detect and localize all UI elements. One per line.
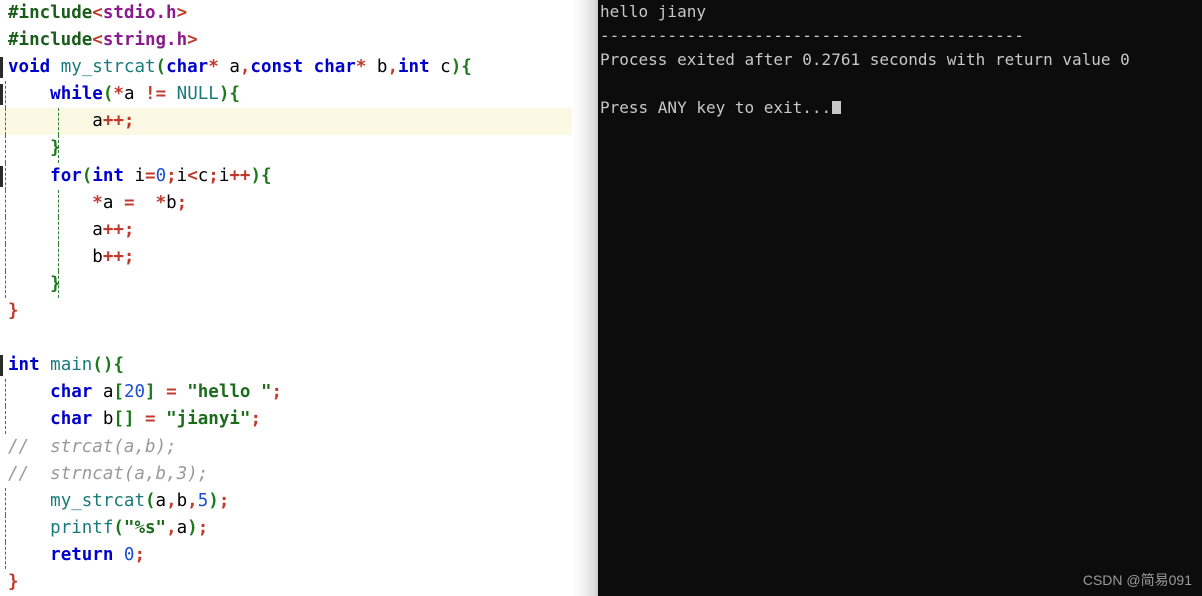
ide-window: #include<stdio.h> #include<string.h> void …	[0, 0, 1202, 596]
indent-guide-g1	[5, 379, 6, 407]
indent-guide-g1	[5, 487, 6, 515]
code-line[interactable]: // strncat(a,b,3);	[0, 461, 598, 488]
code-line[interactable]: // strcat(a,b);	[0, 434, 598, 461]
console-line: Process exited after 0.2761 seconds with…	[600, 50, 1130, 69]
code-line-text: *a = *b;	[92, 192, 188, 213]
code-line-text: char a[20] = "hello ";	[50, 382, 283, 403]
indent-guide-g1	[5, 108, 6, 136]
program-output-console[interactable]: hello jiany -----------------------------…	[598, 0, 1202, 596]
indent-guide-g1	[5, 406, 6, 434]
csdn-watermark: CSDN @简易091	[1082, 572, 1192, 588]
code-line[interactable]: for(int i=0;i<c;i++){	[0, 162, 598, 190]
code-line-text: a++;	[92, 219, 135, 240]
console-line: ----------------------------------------…	[600, 26, 1024, 45]
code-line-text: return 0;	[50, 544, 146, 565]
indent-guide-g1	[5, 162, 6, 190]
code-line[interactable]: b++;	[0, 243, 598, 271]
code-line-text: #include<stdio.h>	[8, 3, 188, 23]
console-line: hello jiany	[600, 2, 706, 21]
code-line-text: void my_strcat(char* a,const char* b,int…	[8, 57, 472, 78]
fold-marker-icon[interactable]	[0, 165, 3, 187]
code-line-text: for(int i=0;i<c;i++){	[50, 165, 272, 186]
console-cursor	[832, 101, 842, 114]
code-line[interactable]: return 0;	[0, 541, 598, 569]
code-line[interactable]: a++;	[0, 108, 598, 136]
console-text-container: hello jiany -----------------------------…	[600, 0, 1130, 120]
fold-marker-icon[interactable]	[0, 84, 3, 106]
code-line-text: }	[50, 138, 61, 159]
indent-guide-g1	[5, 243, 6, 271]
code-line-text: printf("%s",a);	[50, 517, 209, 538]
code-line[interactable]: my_strcat(a,b,5);	[0, 487, 598, 515]
code-lines-container[interactable]: #include<stdio.h> #include<string.h> void …	[0, 0, 598, 596]
code-line[interactable]: #include<stdio.h>	[0, 0, 598, 27]
code-line[interactable]: #include<string.h>	[0, 27, 598, 54]
indent-guide-g2	[58, 189, 59, 217]
code-line[interactable]: a++;	[0, 216, 598, 244]
code-line-text: // strncat(a,b,3);	[8, 463, 209, 484]
code-line[interactable]: printf("%s",a);	[0, 514, 598, 542]
indent-guide-g1	[5, 270, 6, 299]
code-line-text: a++;	[92, 111, 135, 132]
fold-marker-icon[interactable]	[0, 355, 3, 377]
indent-guide-g1	[5, 189, 6, 217]
code-line[interactable]: }	[0, 135, 598, 163]
code-line[interactable]: }	[0, 298, 598, 325]
code-line[interactable]: char b[] = "jianyi";	[0, 406, 598, 434]
code-line[interactable]: void my_strcat(char* a,const char* b,int…	[0, 54, 598, 81]
indent-guide-g2	[58, 243, 59, 271]
code-editor-pane[interactable]: #include<stdio.h> #include<string.h> void …	[0, 0, 598, 596]
indent-guide-g2	[58, 135, 59, 163]
code-line-text: while(*a != NULL){	[50, 84, 240, 105]
code-line-text: b++;	[92, 246, 135, 267]
code-line[interactable]: char a[20] = "hello ";	[0, 379, 598, 407]
code-line[interactable]	[0, 325, 598, 352]
code-line[interactable]: int main(){	[0, 352, 598, 379]
code-line-text: int main(){	[8, 355, 124, 376]
indent-guide-g2	[58, 270, 59, 299]
code-line[interactable]: }	[0, 569, 598, 596]
code-line[interactable]: }	[0, 270, 598, 299]
indent-guide-g2	[58, 108, 59, 136]
code-line-text: char b[] = "jianyi";	[50, 409, 261, 430]
code-line-text: #include<string.h>	[8, 30, 198, 51]
code-line[interactable]: while(*a != NULL){	[0, 81, 598, 109]
code-line-text: // strcat(a,b);	[8, 436, 177, 457]
code-line-text: }	[8, 301, 19, 322]
code-line-text: }	[8, 571, 19, 592]
fold-marker-icon[interactable]	[0, 57, 3, 79]
indent-guide-g1	[5, 81, 6, 109]
indent-guide-g1	[5, 541, 6, 569]
indent-guide-g1	[5, 135, 6, 163]
indent-guide-g1	[5, 216, 6, 244]
indent-guide-g1	[5, 514, 6, 542]
indent-guide-g2	[58, 216, 59, 244]
code-line-text: my_strcat(a,b,5);	[50, 490, 230, 511]
console-line: Press ANY key to exit...	[600, 96, 1130, 120]
code-line[interactable]: *a = *b;	[0, 189, 598, 217]
code-line-text: }	[50, 273, 61, 294]
